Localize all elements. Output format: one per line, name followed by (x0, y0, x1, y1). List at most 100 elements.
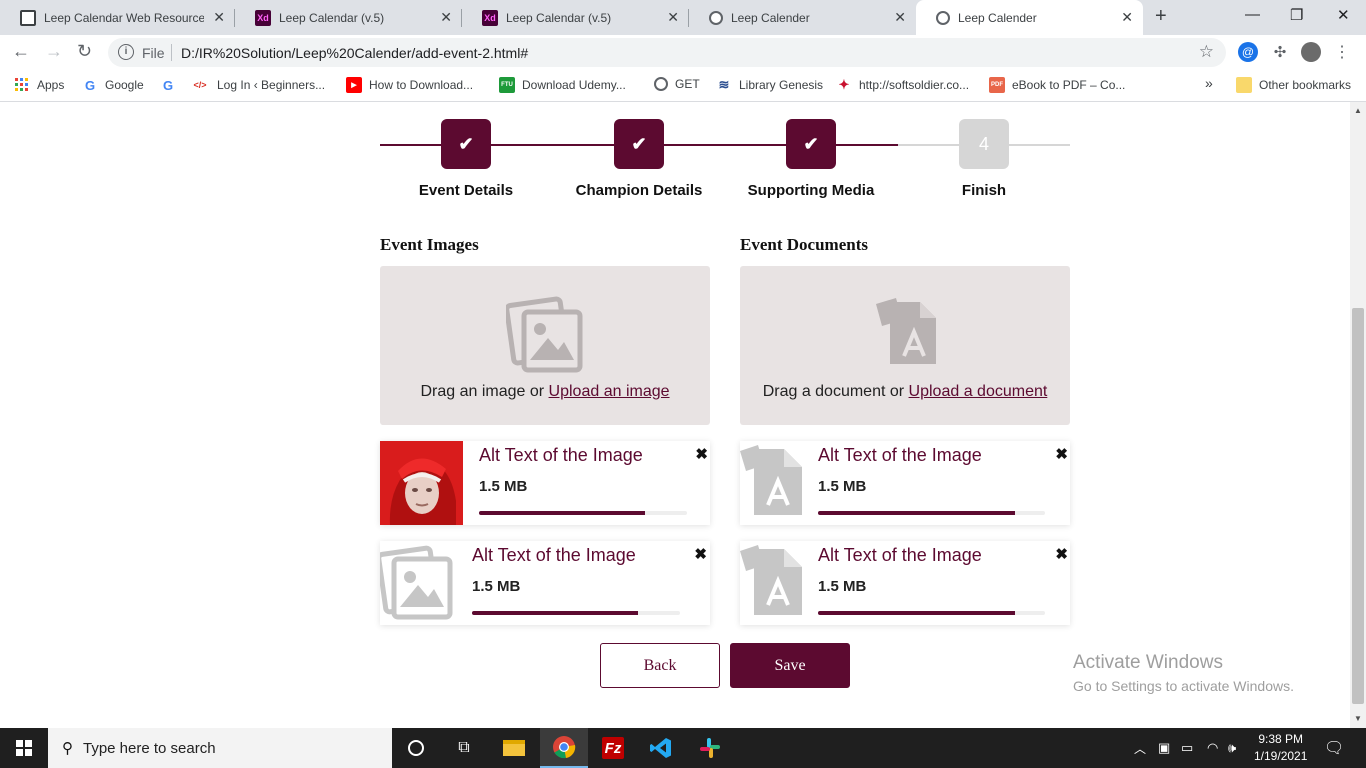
upload-progress-fill (818, 511, 1016, 515)
taskbar-clock[interactable]: 9:38 PM 1/19/2021 (1254, 731, 1307, 765)
upload-document-link[interactable]: Upload a document (909, 383, 1048, 400)
file-name: Alt Text of the Image (818, 545, 982, 565)
bookmark-label: http://softsoldier.co... (859, 78, 970, 92)
search-icon: ⚲ (62, 740, 73, 757)
filezilla-icon[interactable]: Fz (589, 728, 637, 768)
wifi-icon[interactable]: ◠ (1207, 728, 1218, 768)
xd-icon: Xd (482, 9, 498, 26)
bookmark-udemy[interactable]: FTU Download Udemy... (499, 77, 626, 93)
code-icon: </> (193, 80, 207, 90)
bookmark-youtube[interactable]: ▶ How to Download... (346, 77, 473, 93)
file-size: 1.5 MB (818, 578, 867, 595)
minimize-icon[interactable]: — (1245, 6, 1260, 23)
cortana-icon[interactable] (392, 728, 440, 768)
close-icon[interactable]: ✕ (440, 9, 452, 26)
windows-start-icon[interactable] (0, 728, 48, 768)
step-1-label: Event Details (418, 182, 514, 199)
extensions-puzzle-icon[interactable]: ✣ (1270, 42, 1290, 62)
browser-tab[interactable]: Xd Leep Calendar (v.5) ✕ (235, 0, 462, 35)
volume-icon[interactable]: 🕪 (1228, 728, 1236, 768)
close-icon[interactable]: ✕ (894, 9, 906, 26)
menu-kebab-icon[interactable]: ⋮ (1332, 42, 1352, 62)
notification-icon[interactable]: 🗨 (1324, 728, 1344, 768)
close-icon[interactable]: ✕ (667, 9, 679, 26)
bookmark-apps[interactable]: Apps (14, 77, 64, 93)
profile-avatar[interactable] (1301, 42, 1321, 62)
scrollbar-thumb[interactable] (1352, 308, 1364, 704)
url-text[interactable]: D:/IR%20Solution/Leep%20Calender/add-eve… (181, 45, 528, 61)
bookmark-label: Log In ‹ Beginners... (217, 78, 326, 92)
back-arrow-icon[interactable]: ← (12, 41, 30, 62)
event-documents-title: Event Documents (740, 235, 868, 254)
bookmark-label: GET (675, 77, 700, 91)
file-explorer-icon[interactable] (490, 728, 538, 768)
tab-title: Leep Calendar (v.5) (506, 10, 612, 25)
remove-file-icon[interactable]: ✖ (1055, 445, 1068, 463)
xd-icon: Xd (255, 9, 271, 26)
close-icon[interactable]: ✕ (213, 9, 225, 26)
maximize-icon[interactable]: ❐ (1290, 6, 1303, 24)
activate-windows-watermark: Activate Windows Go to Settings to activ… (1073, 652, 1294, 694)
vscode-icon[interactable] (637, 728, 685, 768)
back-button[interactable]: Back (600, 643, 720, 688)
scroll-up-arrow-icon[interactable]: ▲ (1354, 106, 1362, 115)
bookmark-other[interactable]: Other bookmarks (1236, 77, 1351, 93)
bookmark-star-icon[interactable]: ☆ (1199, 42, 1214, 62)
bookmark-google-2[interactable]: G (160, 77, 183, 93)
document-file-card: Alt Text of the Image 1.5 MB ✖ (740, 441, 1070, 525)
step-3-check-icon[interactable]: ✔ (786, 119, 836, 169)
bookmark-ebook[interactable]: PDF eBook to PDF – Co... (989, 77, 1125, 93)
close-icon[interactable]: ✕ (1121, 9, 1133, 26)
image-dropzone[interactable]: Drag an image or Upload an image (380, 266, 710, 425)
bookmark-softsoldier[interactable]: ✦ http://softsoldier.co... (836, 77, 970, 93)
page-scrollbar[interactable]: ▲ ▼ (1350, 102, 1366, 728)
bookmark-label: Library Genesis (739, 78, 824, 92)
bookmark-libgen[interactable]: ≋ Library Genesis (716, 77, 824, 93)
browser-tab[interactable]: Leep Calendar Web Resources ✕ (0, 0, 235, 35)
tab-title: Leep Calender (731, 10, 810, 25)
soldier-icon: ✦ (838, 77, 850, 92)
remove-file-icon[interactable]: ✖ (694, 545, 707, 563)
browser-tab[interactable]: Leep Calender ✕ (689, 0, 916, 35)
taskbar-search-box[interactable]: ⚲ Type here to search (48, 728, 392, 768)
step-2-check-icon[interactable]: ✔ (614, 119, 664, 169)
task-view-icon[interactable]: ⧉ (440, 728, 488, 768)
window-close-icon[interactable]: ✕ (1337, 6, 1350, 24)
browser-tab-active[interactable]: Leep Calender ✕ (916, 0, 1143, 35)
upload-progress-fill (818, 611, 1016, 615)
step-4-label: Finish (961, 182, 1007, 199)
chrome-icon[interactable] (540, 728, 588, 768)
reload-icon[interactable]: ↻ (77, 41, 92, 62)
document-dropzone[interactable]: Drag a document or Upload a document (740, 266, 1070, 425)
bookmark-beginners[interactable]: </> Log In ‹ Beginners... (190, 77, 325, 93)
new-tab-icon[interactable]: + (1155, 5, 1167, 28)
tray-overflow-icon[interactable]: ︿ (1134, 728, 1146, 768)
tab-title: Leep Calendar (v.5) (279, 10, 385, 25)
image-dropzone-text: Drag an image or Upload an image (380, 383, 710, 401)
tab-strip: Leep Calendar Web Resources ✕ Xd Leep Ca… (0, 0, 1366, 35)
step-2-label: Champion Details (575, 182, 703, 199)
bookmark-google[interactable]: G Google (82, 77, 144, 93)
account-extension-icon[interactable]: @ (1238, 42, 1258, 62)
slack-icon[interactable] (686, 728, 734, 768)
step-4-number[interactable]: 4 (959, 119, 1009, 169)
bookmark-get[interactable]: GET (654, 77, 700, 91)
step-1-check-icon[interactable]: ✔ (441, 119, 491, 169)
remove-file-icon[interactable]: ✖ (1055, 545, 1068, 563)
info-icon[interactable]: i (118, 44, 134, 60)
remove-file-icon[interactable]: ✖ (695, 445, 708, 463)
image-file-card: Alt Text of the Image 1.5 MB ✖ (380, 541, 710, 625)
scroll-down-arrow-icon[interactable]: ▼ (1354, 714, 1362, 723)
bookmarks-overflow-icon[interactable]: » (1205, 75, 1213, 91)
file-name: Alt Text of the Image (472, 545, 636, 565)
meet-now-icon[interactable]: ▣ (1158, 728, 1170, 768)
upload-image-link[interactable]: Upload an image (549, 383, 670, 400)
forward-arrow-icon[interactable]: → (45, 41, 63, 62)
save-button[interactable]: Save (730, 643, 850, 688)
address-bar[interactable]: i File D:/IR%20Solution/Leep%20Calender/… (108, 38, 1226, 67)
file-size: 1.5 MB (818, 478, 867, 495)
doc-icon (20, 9, 36, 26)
battery-icon[interactable]: ▭ (1181, 728, 1193, 768)
drop-instruction: Drag an image or (420, 383, 549, 400)
browser-tab[interactable]: Xd Leep Calendar (v.5) ✕ (462, 0, 689, 35)
